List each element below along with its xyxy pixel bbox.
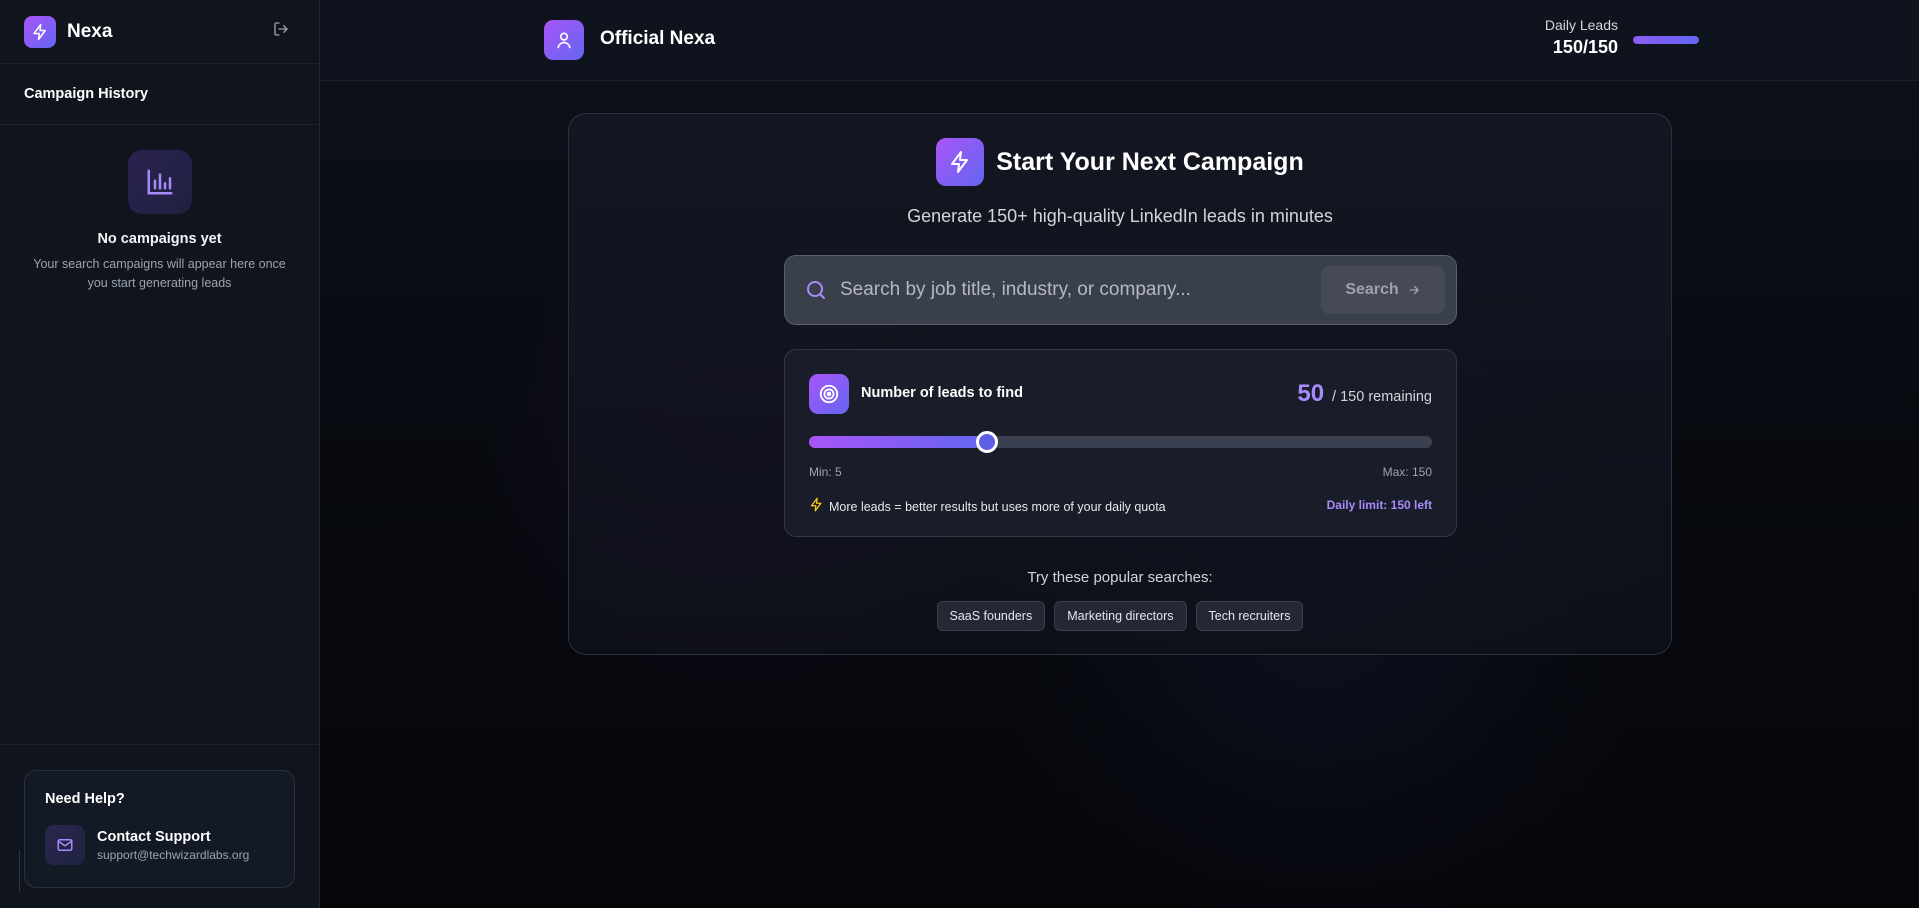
leads-panel: Number of leads to find 50 / 150 remaini…: [784, 349, 1457, 537]
bolt-icon: [24, 15, 56, 48]
bar-chart-icon: [127, 150, 192, 214]
search-icon: [804, 278, 828, 302]
campaign-subtitle: Generate 150+ high-quality LinkedIn lead…: [907, 206, 1333, 226]
search-button-label: Search: [1345, 281, 1399, 298]
leads-slider[interactable]: [809, 431, 1432, 453]
daily-leads-progress: [1633, 36, 1699, 44]
popular-search-chip[interactable]: Marketing directors: [1054, 601, 1187, 631]
popular-searches-label: Try these popular searches:: [1027, 569, 1213, 586]
campaign-title: Start Your Next Campaign: [996, 147, 1304, 176]
support-title: Contact Support: [97, 828, 211, 845]
search-button[interactable]: Search: [1321, 266, 1445, 314]
help-card: Need Help? Contact Support support@techw…: [24, 770, 295, 888]
sidebar: Nexa Campaign History No campaigns yet Y…: [0, 0, 320, 908]
page-title: Official Nexa: [600, 28, 716, 49]
brand-name: Nexa: [67, 20, 113, 42]
campaign-card: Start Your Next Campaign Generate 150+ h…: [568, 113, 1672, 655]
divider: [19, 850, 20, 892]
support-email: support@techwizardlabs.org: [97, 847, 250, 862]
daily-leads: Daily Leads 150/150: [1538, 17, 1618, 58]
leads-value: 50: [1297, 380, 1325, 407]
campaign-history-title: Campaign History: [0, 64, 319, 125]
daily-leads-progress-fill: [1633, 36, 1699, 44]
search-input[interactable]: [840, 270, 1321, 310]
slider-max-label: Max: 150: [1382, 465, 1432, 479]
contact-support-link[interactable]: Contact Support support@techwizardlabs.o…: [45, 825, 274, 865]
leads-slider-thumb[interactable]: [975, 431, 998, 453]
leads-remaining: / 150 remaining: [1332, 389, 1432, 405]
leads-slider-fill: [809, 436, 987, 448]
leads-count: 50 / 150 remaining: [1297, 380, 1432, 408]
main-content: Official Nexa Daily Leads 150/150 Start …: [320, 0, 1919, 908]
popular-searches: SaaS founders Marketing directors Tech r…: [569, 601, 1671, 631]
leads-label: Number of leads to find: [861, 385, 1023, 401]
empty-state-title: No campaigns yet: [97, 231, 222, 247]
daily-limit: Daily limit: 150 left: [1326, 498, 1432, 512]
mail-icon: [45, 825, 85, 865]
daily-leads-label: Daily Leads: [1544, 17, 1618, 33]
lightning-icon: [809, 497, 824, 517]
slider-min-label: Min: 5: [809, 465, 842, 479]
logout-button[interactable]: [267, 18, 295, 46]
app-root: Nexa Campaign History No campaigns yet Y…: [0, 0, 1919, 908]
sidebar-brand: Nexa: [0, 0, 319, 64]
support-text: Contact Support support@techwizardlabs.o…: [97, 829, 249, 862]
empty-state-description: Your search campaigns will appear here o…: [33, 257, 286, 290]
arrow-right-icon: [1407, 283, 1421, 297]
daily-leads-value: 150/150: [1552, 37, 1618, 57]
logout-icon: [273, 21, 289, 42]
target-icon: [809, 374, 849, 414]
popular-search-chip[interactable]: Tech recruiters: [1195, 601, 1304, 631]
quota-tip: More leads = better results but uses mor…: [809, 497, 1166, 517]
help-title: Need Help?: [45, 791, 125, 807]
user-icon: [544, 20, 584, 60]
top-bar: Official Nexa Daily Leads 150/150: [320, 0, 1919, 81]
search-bar: Search: [784, 255, 1457, 325]
sidebar-footer: Need Help? Contact Support support@techw…: [0, 744, 319, 908]
bolt-icon: [936, 138, 985, 186]
empty-state: No campaigns yet Your search campaigns w…: [0, 125, 319, 293]
popular-search-chip[interactable]: SaaS founders: [936, 601, 1046, 631]
campaign-header: Start Your Next Campaign: [569, 138, 1671, 186]
quota-tip-text: More leads = better results but uses mor…: [829, 500, 1166, 514]
